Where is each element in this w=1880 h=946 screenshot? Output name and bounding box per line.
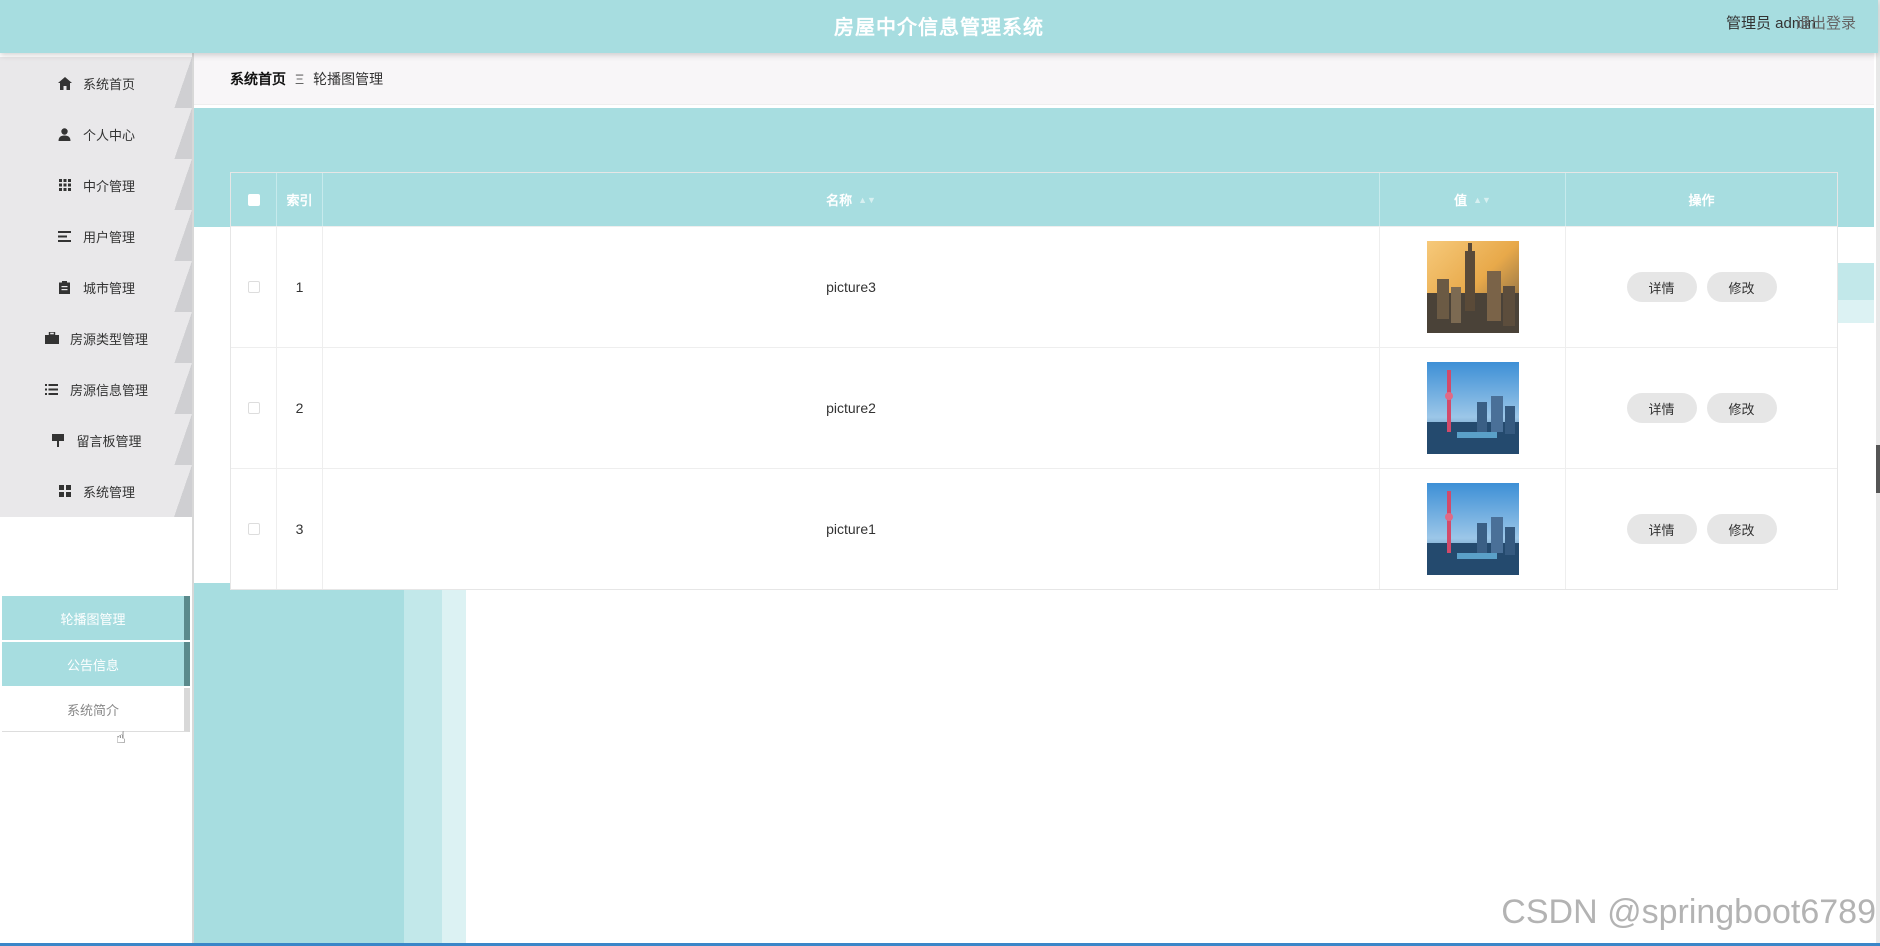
sidebar-item-label: 房源类型管理 xyxy=(69,331,148,347)
header-value-label: 值 xyxy=(1454,193,1468,208)
row-checkbox-cell[interactable] xyxy=(231,227,277,347)
list-icon xyxy=(57,229,73,243)
row-index: 1 xyxy=(277,227,323,347)
row-image-cell xyxy=(1380,227,1566,347)
sidebar-item-label: 个人中心 xyxy=(82,127,135,143)
top-header: 房屋中介信息管理系统 管理员 admin 退出登录 xyxy=(0,0,1878,53)
briefcase-icon xyxy=(44,331,60,345)
sort-icon[interactable]: ▲▼ xyxy=(1473,195,1491,205)
sidebar-item-profile[interactable]: 个人中心 xyxy=(0,108,192,160)
decor-block xyxy=(1834,300,1874,323)
edit-button[interactable]: 修改 xyxy=(1706,393,1777,423)
carousel-thumbnail xyxy=(1426,483,1519,575)
sidebar-item-label: 城市管理 xyxy=(82,280,135,296)
sidebar: 系统首页 个人中心 中介管理 用户管理 城市管理 房源类型管理 房源信息管理 留… xyxy=(0,53,194,946)
breadcrumb-separator: Ξ xyxy=(295,70,305,87)
sidebar-item-label: 系统首页 xyxy=(82,76,135,92)
grid-icon xyxy=(57,178,73,192)
carousel-table: 索引 名称 ▲▼ 值 ▲▼ 操作 1 picture3 详情 修改 2 pict… xyxy=(230,172,1838,590)
table-row: 3 picture1 详情 修改 xyxy=(231,468,1837,589)
row-name: picture3 xyxy=(323,227,1380,347)
sidebar-item-label: 系统管理 xyxy=(82,484,135,500)
row-checkbox-cell[interactable] xyxy=(231,469,277,589)
row-actions: 详情 修改 xyxy=(1566,469,1837,589)
header-name[interactable]: 名称 ▲▼ xyxy=(323,173,1380,226)
sidebar-item-home[interactable]: 系统首页 xyxy=(0,57,192,109)
header-name-label: 名称 xyxy=(826,193,853,208)
sidebar-item-users[interactable]: 用户管理 xyxy=(0,210,192,262)
header-value[interactable]: 值 ▲▼ xyxy=(1380,173,1566,226)
row-checkbox[interactable] xyxy=(247,523,260,535)
row-image-cell xyxy=(1380,348,1566,468)
carousel-thumbnail xyxy=(1426,241,1519,333)
breadcrumb: 系统首页 Ξ 轮播图管理 xyxy=(194,53,1874,105)
row-image-cell xyxy=(1380,469,1566,589)
submenu-system-intro[interactable]: 系统简介 xyxy=(2,688,190,732)
detail-button[interactable]: 详情 xyxy=(1626,393,1697,423)
detail-button[interactable]: 详情 xyxy=(1626,514,1697,544)
header-select-all[interactable] xyxy=(231,173,277,226)
menu-icon xyxy=(44,382,60,396)
row-name: picture2 xyxy=(323,348,1380,468)
breadcrumb-current: 轮播图管理 xyxy=(313,70,384,87)
row-actions: 详情 修改 xyxy=(1566,227,1837,347)
submenu-announcements[interactable]: 公告信息 xyxy=(2,642,190,686)
submenu-label: 公告信息 xyxy=(66,657,119,673)
row-name: picture1 xyxy=(323,469,1380,589)
edit-button[interactable]: 修改 xyxy=(1706,272,1777,302)
submenu-carousel[interactable]: 轮播图管理 xyxy=(2,596,190,640)
decor-block xyxy=(442,583,466,946)
hand-cursor-icon: ☝ xyxy=(116,730,126,747)
detail-button[interactable]: 详情 xyxy=(1626,272,1697,302)
header-index: 索引 xyxy=(277,173,323,226)
row-index: 2 xyxy=(277,348,323,468)
table-header: 索引 名称 ▲▼ 值 ▲▼ 操作 xyxy=(231,173,1837,226)
logout-link[interactable]: 退出登录 xyxy=(1796,12,1856,33)
submenu-label: 轮播图管理 xyxy=(60,611,126,627)
clipboard-icon xyxy=(57,280,73,294)
breadcrumb-home[interactable]: 系统首页 xyxy=(230,69,286,89)
sidebar-item-messages[interactable]: 留言板管理 xyxy=(0,414,192,466)
sidebar-item-label: 中介管理 xyxy=(82,178,135,194)
edit-button[interactable]: 修改 xyxy=(1706,514,1777,544)
select-all-checkbox[interactable] xyxy=(247,193,260,206)
sign-icon xyxy=(50,433,66,447)
watermark-text: CSDN @springboot6789 xyxy=(1501,893,1876,931)
sidebar-item-system[interactable]: 系统管理 xyxy=(0,465,192,517)
row-checkbox[interactable] xyxy=(247,402,260,414)
sidebar-item-label: 房源信息管理 xyxy=(69,382,148,398)
sidebar-item-house-types[interactable]: 房源类型管理 xyxy=(0,312,192,364)
home-icon xyxy=(57,76,73,90)
sidebar-item-label: 用户管理 xyxy=(82,229,135,245)
sidebar-item-agents[interactable]: 中介管理 xyxy=(0,159,192,211)
scrollbar-thumb[interactable] xyxy=(1876,445,1880,493)
apps-icon xyxy=(57,484,73,498)
main-content: 系统首页 Ξ 轮播图管理 索引 名称 ▲▼ 值 ▲▼ 操作 1 picture3 xyxy=(194,53,1874,946)
row-actions: 详情 修改 xyxy=(1566,348,1837,468)
header-actions: 操作 xyxy=(1688,193,1715,208)
sidebar-item-cities[interactable]: 城市管理 xyxy=(0,261,192,313)
decor-block xyxy=(194,583,404,946)
decor-block xyxy=(404,583,442,946)
row-checkbox-cell[interactable] xyxy=(231,348,277,468)
user-icon xyxy=(57,127,73,141)
carousel-thumbnail xyxy=(1426,362,1519,454)
vertical-scrollbar[interactable] xyxy=(1876,0,1880,946)
app-title: 房屋中介信息管理系统 xyxy=(834,17,1044,39)
sidebar-item-label: 留言板管理 xyxy=(76,433,142,449)
row-index: 3 xyxy=(277,469,323,589)
submenu-label: 系统简介 xyxy=(66,703,119,718)
table-row: 2 picture2 详情 修改 xyxy=(231,347,1837,468)
table-row: 1 picture3 详情 修改 xyxy=(231,226,1837,347)
sidebar-item-house-info[interactable]: 房源信息管理 xyxy=(0,363,192,415)
row-checkbox[interactable] xyxy=(247,281,260,293)
sort-icon[interactable]: ▲▼ xyxy=(858,195,876,205)
